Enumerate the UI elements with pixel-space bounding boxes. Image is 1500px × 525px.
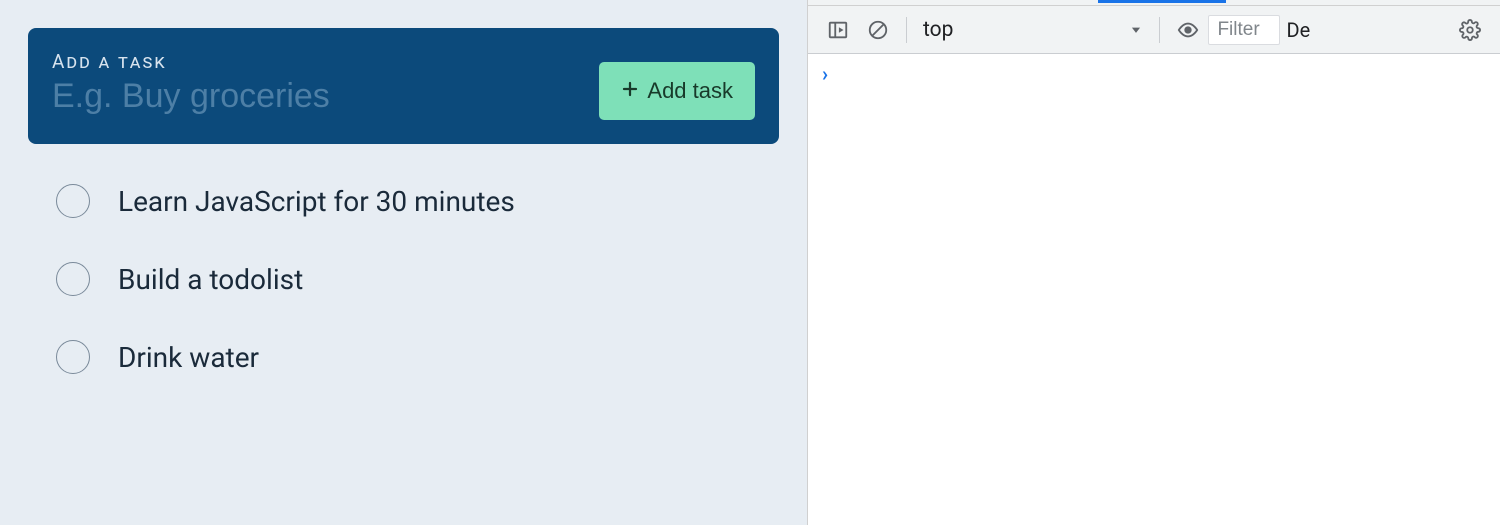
eye-icon[interactable] (1168, 6, 1208, 54)
context-label: top (923, 18, 1123, 42)
divider (906, 17, 907, 43)
task-checkbox[interactable] (56, 262, 90, 296)
gear-icon[interactable] (1450, 6, 1490, 54)
input-label: Add a task (52, 50, 579, 73)
toggle-sidebar-icon[interactable] (818, 6, 858, 54)
task-item: Build a todolist (56, 262, 779, 296)
log-levels-selector[interactable]: De (1280, 18, 1316, 42)
console-prompt-icon: › (822, 62, 828, 86)
active-tab-indicator (1098, 0, 1226, 3)
task-checkbox[interactable] (56, 184, 90, 218)
task-item: Drink water (56, 340, 779, 374)
divider (1159, 17, 1160, 43)
filter-input[interactable] (1208, 15, 1280, 45)
task-checkbox[interactable] (56, 340, 90, 374)
app-panel: Add a task Add task Learn JavaScript for… (0, 0, 807, 525)
task-item: Learn JavaScript for 30 minutes (56, 184, 779, 218)
context-selector[interactable]: top (915, 18, 1151, 42)
add-task-button[interactable]: Add task (599, 62, 755, 120)
devtools-panel: top De › (807, 0, 1500, 525)
add-task-card: Add a task Add task (28, 28, 779, 144)
plus-icon (621, 78, 639, 104)
chevron-down-icon (1129, 18, 1143, 42)
input-area: Add a task (52, 50, 579, 116)
add-task-label: Add task (647, 78, 733, 104)
task-text: Drink water (118, 341, 259, 374)
clear-console-icon[interactable] (858, 6, 898, 54)
task-text: Build a todolist (118, 263, 303, 296)
devtools-tab-strip (808, 0, 1500, 6)
devtools-toolbar: top De (808, 6, 1500, 54)
task-list: Learn JavaScript for 30 minutes Build a … (28, 184, 779, 374)
task-input[interactable] (52, 77, 579, 116)
task-text: Learn JavaScript for 30 minutes (118, 185, 515, 218)
console-body[interactable]: › (808, 54, 1500, 94)
